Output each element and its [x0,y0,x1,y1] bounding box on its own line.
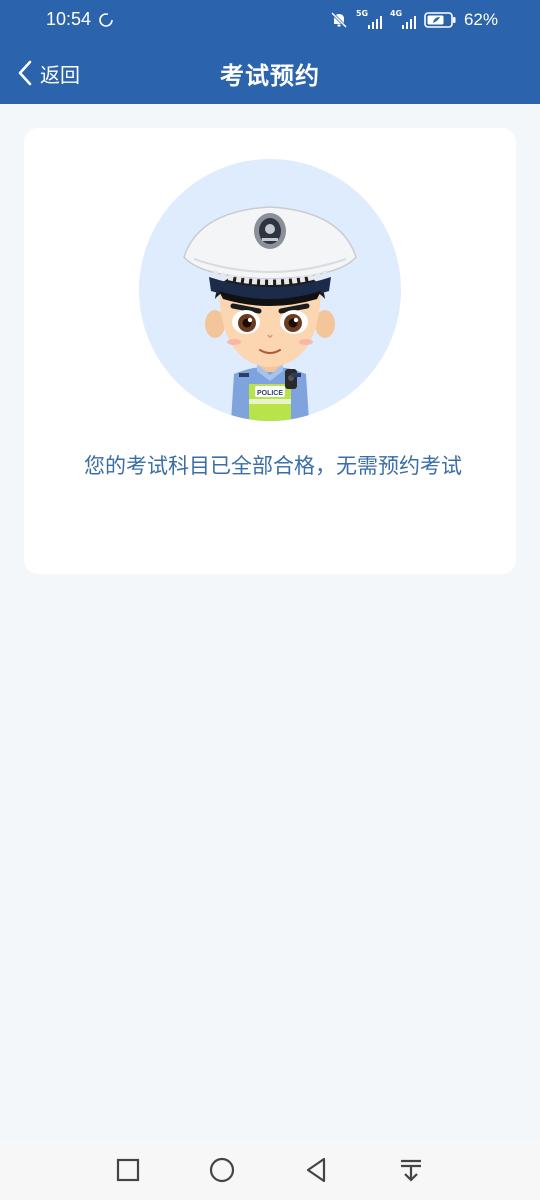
status-bar: 10:54 5G 4G 62% [0,0,540,40]
status-time: 10:54 [46,9,92,29]
police-avatar: POLICE [139,159,401,421]
recent-apps-icon[interactable] [114,1156,142,1184]
network-type-1: 5G [355,9,369,18]
page-title: 考试预约 [220,62,320,90]
home-icon[interactable] [208,1156,236,1184]
police-officer-illustration: POLICE [139,159,401,421]
status-right: 5G 4G 62% [330,9,498,30]
system-navigation-bar [0,1140,540,1200]
result-message: 您的考试科目已全部合格，无需预约考试 [84,454,462,478]
mute-bell-icon [330,11,348,29]
app-header: 10:54 5G 4G 62% 返回 考试预约 [0,0,540,104]
police-badge-text: POLICE [257,390,283,397]
result-card: POLICE 您的考试科目已全部合格，无需预约考试 [24,128,516,574]
back-triangle-icon[interactable] [302,1156,330,1184]
nav-bar: 返回 考试预约 [0,44,540,104]
battery-percent: 62% [463,10,498,29]
signal-5g-icon: 5G [355,9,382,29]
network-type-2: 4G [389,9,403,18]
notification-pulldown-icon[interactable] [397,1156,425,1184]
battery-icon [424,12,456,28]
signal-4g-icon: 4G [389,9,416,29]
sync-icon [99,13,113,27]
